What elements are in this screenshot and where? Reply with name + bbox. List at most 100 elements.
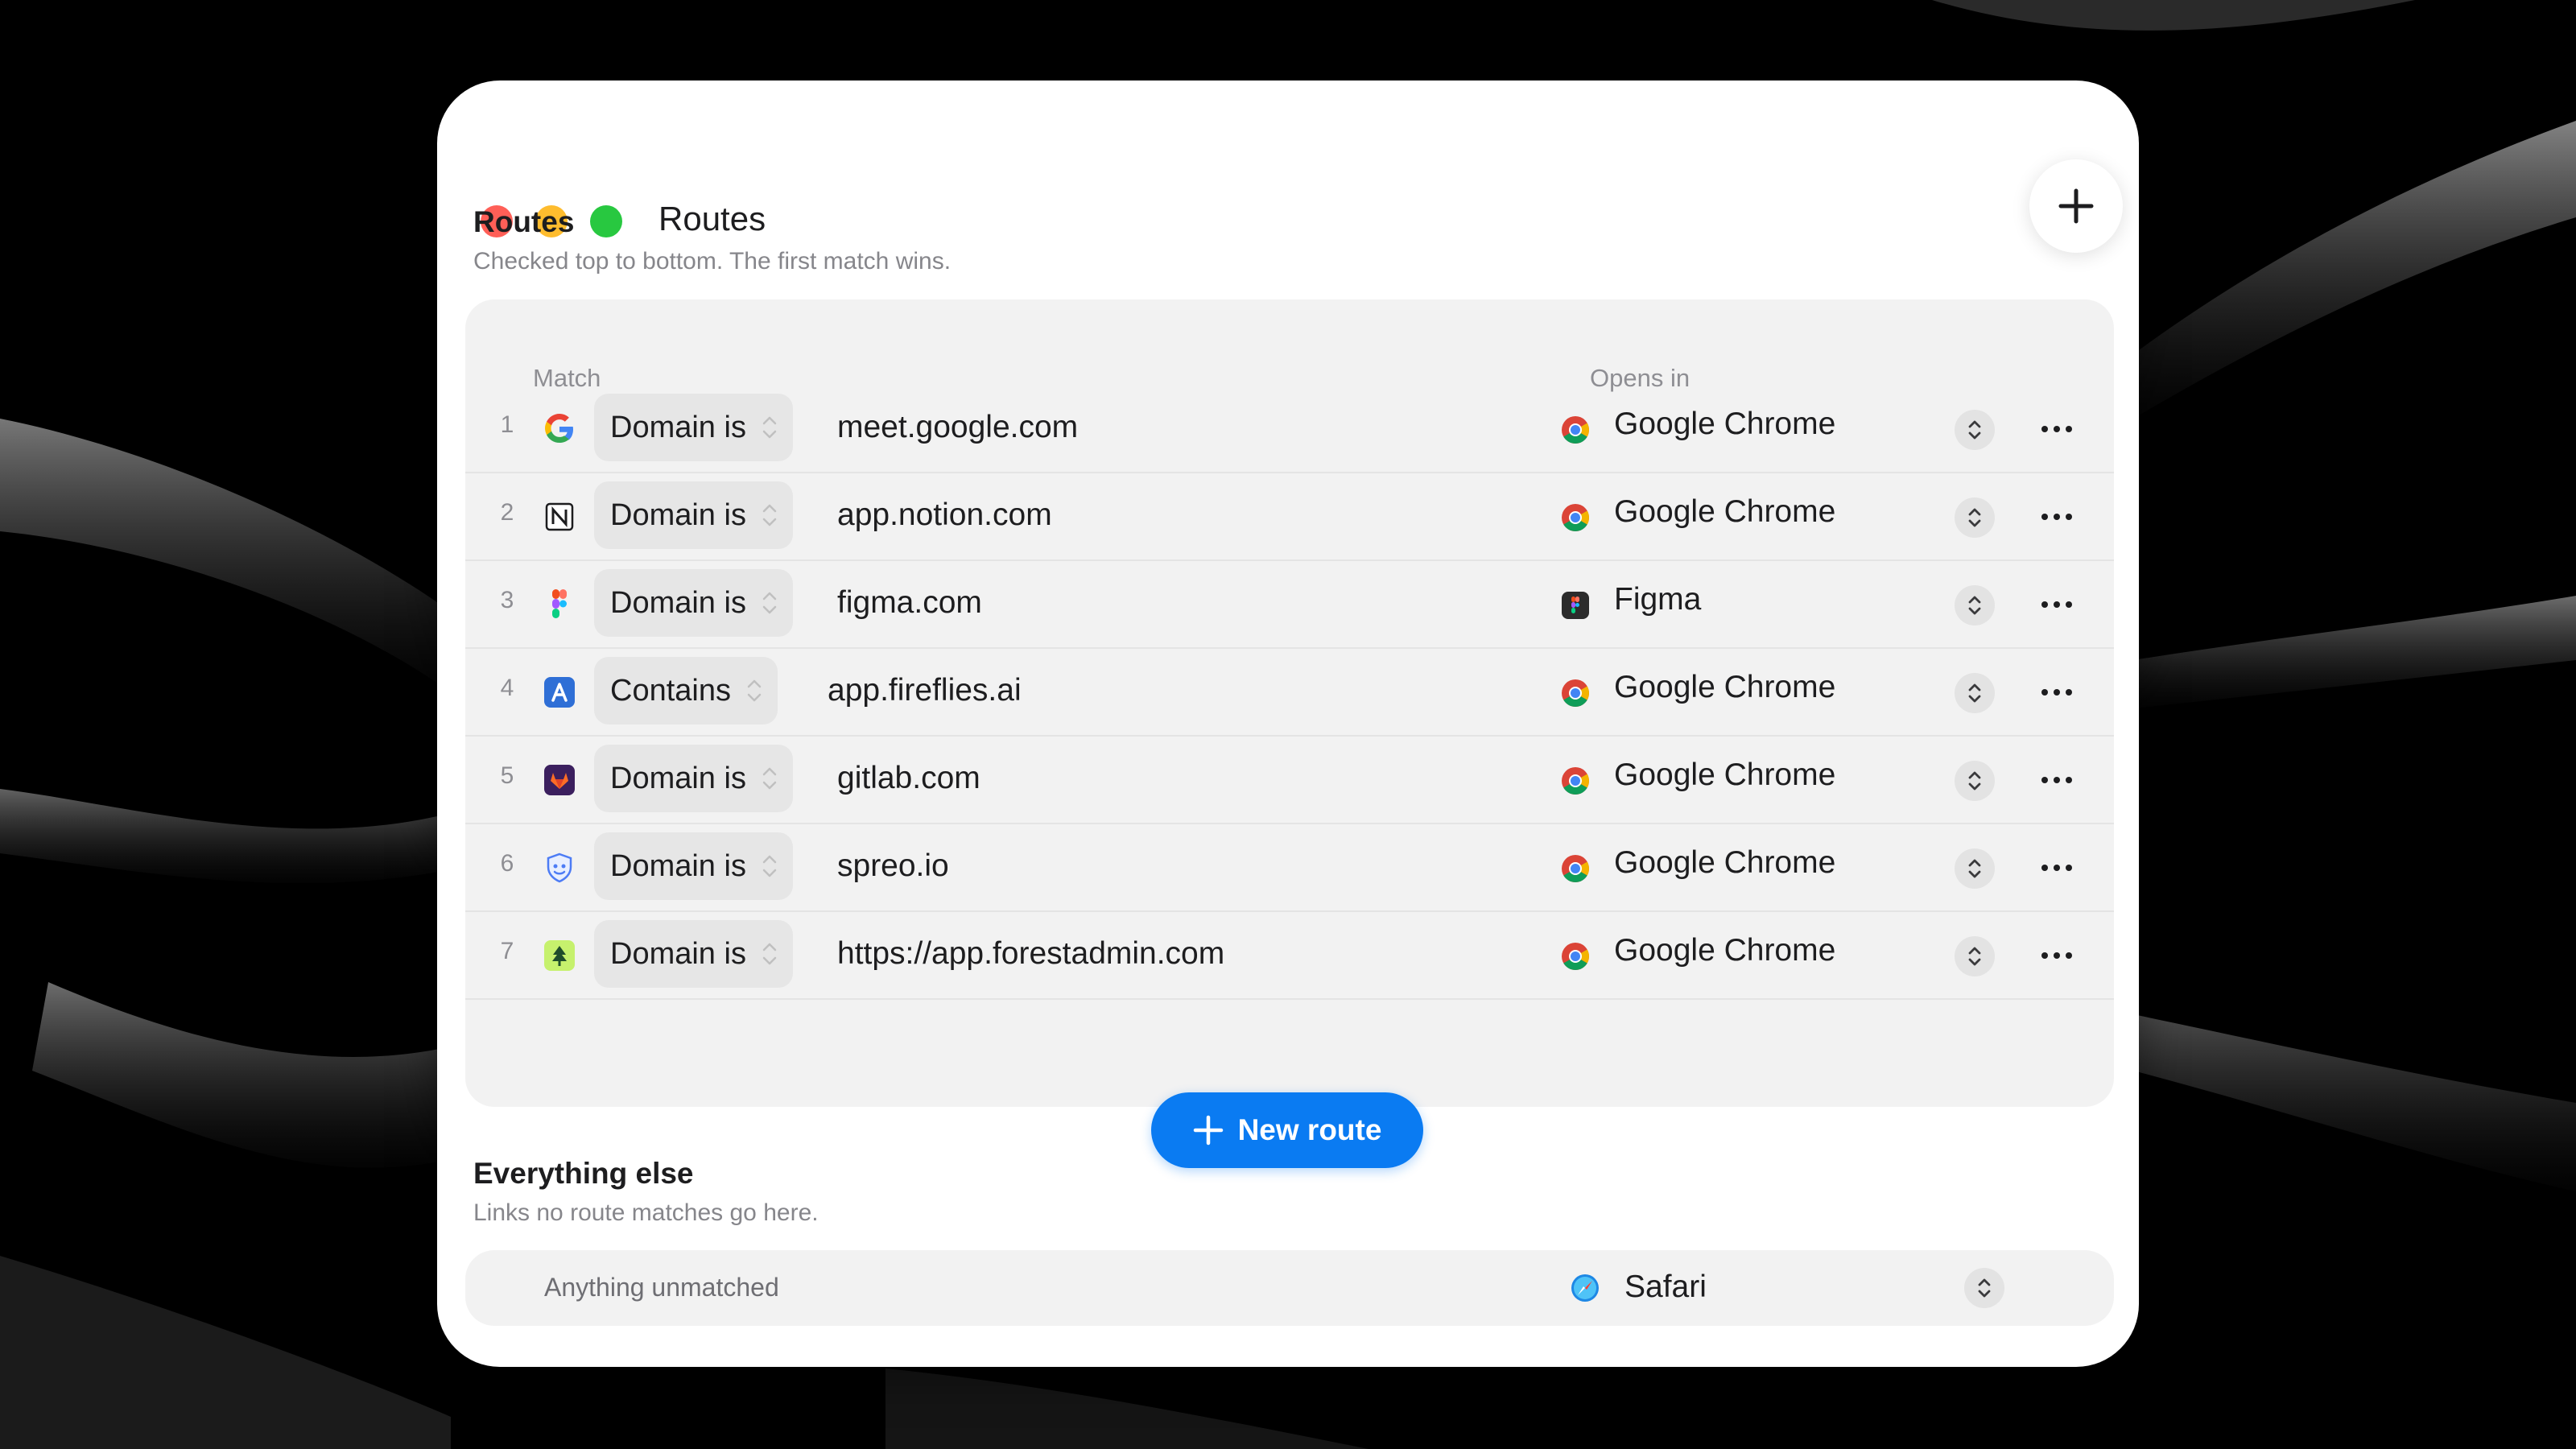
gitlab-icon [544,765,575,795]
row-divider [465,998,2114,1000]
match-type-select[interactable]: Domain is [594,481,793,549]
match-value[interactable]: figma.com [837,585,982,621]
match-type-label: Domain is [610,585,746,620]
routes-section-subtitle: Checked top to bottom. The first match w… [473,248,952,275]
add-button[interactable] [2029,159,2123,253]
table-row[interactable]: 4 Contains app.fireflies.ai Google Chrom… [465,649,2114,737]
table-row[interactable]: 2 Domain is app.notion.com Google Chrome [465,473,2114,561]
ellipsis-icon [2041,865,2072,871]
chevron-up-down-icon [1968,859,1981,878]
match-type-select[interactable]: Domain is [594,832,793,900]
opens-in-select[interactable] [1955,936,1995,976]
ellipsis-icon [2041,952,2072,959]
table-row[interactable]: 5 Domain is gitlab.com Google Chrome [465,737,2114,824]
more-options-button[interactable] [2037,675,2077,710]
chevron-up-down-icon [1968,596,1981,615]
chevron-up-down-icon [762,416,777,439]
routes-window: Routes Routes Checked top to bottom. The… [437,80,2139,1367]
chevron-up-down-icon [1968,508,1981,527]
fallback-label: Anything unmatched [544,1273,779,1302]
chrome-icon [1562,679,1589,707]
chevron-up-down-icon [1968,420,1981,440]
match-value[interactable]: spreo.io [837,848,949,884]
new-route-label: New route [1237,1113,1382,1146]
match-value[interactable]: app.notion.com [837,497,1052,533]
fallback-section-subtitle: Links no route matches go here. [473,1199,819,1226]
table-row[interactable]: 1 Domain is meet.google.com Google Chrom… [465,386,2114,473]
match-type-select[interactable]: Domain is [594,920,793,988]
maximize-window-button[interactable] [590,205,622,237]
more-options-button[interactable] [2037,411,2077,447]
spreo-icon [547,852,572,883]
chrome-icon [1562,416,1589,444]
ellipsis-icon [2041,777,2072,783]
row-number: 4 [500,675,514,701]
fallback-app-name: Safari [1624,1269,1707,1304]
opens-in-app-name: Figma [1614,582,1702,617]
more-options-button[interactable] [2037,850,2077,886]
ellipsis-icon [2041,601,2072,608]
match-type-label: Domain is [610,761,746,795]
opens-in-select[interactable] [1955,848,1995,889]
table-row[interactable]: 7 Domain is https://app.forestadmin.com … [465,912,2114,1000]
opens-in-app-name: Google Chrome [1614,933,1836,968]
more-options-button[interactable] [2037,762,2077,798]
row-number: 5 [500,762,514,789]
chrome-icon [1562,943,1589,970]
figma-app-icon [1562,592,1589,619]
match-value[interactable]: https://app.forestadmin.com [837,936,1224,972]
row-number: 2 [500,499,514,526]
match-type-label: Domain is [610,936,746,971]
opens-in-select[interactable] [1955,410,1995,450]
match-type-select[interactable]: Contains [594,657,778,724]
fallback-app-select[interactable] [1964,1268,2004,1308]
ellipsis-icon [2041,689,2072,696]
safari-icon [1571,1274,1599,1302]
chevron-up-down-icon [762,504,777,526]
chevron-up-down-icon [762,943,777,965]
chevron-up-down-icon [1968,771,1981,791]
opens-in-app-name: Google Chrome [1614,670,1836,704]
opens-in-app-name: Google Chrome [1614,407,1836,441]
table-row[interactable]: 6 Domain is spreo.io Google Chrome [465,824,2114,912]
fallback-section-title: Everything else [473,1157,694,1190]
match-value[interactable]: gitlab.com [837,761,980,796]
more-options-button[interactable] [2037,938,2077,973]
match-type-select[interactable]: Domain is [594,394,793,461]
chevron-up-down-icon [762,767,777,790]
chevron-up-down-icon [762,592,777,614]
match-value[interactable]: app.fireflies.ai [828,673,1022,708]
new-route-button[interactable]: New route [1151,1092,1423,1168]
ellipsis-icon [2041,426,2072,432]
chrome-icon [1562,767,1589,795]
opens-in-select[interactable] [1955,761,1995,801]
chevron-up-down-icon [762,855,777,877]
opens-in-select[interactable] [1955,497,1995,538]
match-type-select[interactable]: Domain is [594,745,793,812]
window-title: Routes [658,200,766,237]
fireflies-icon [544,677,575,708]
more-options-button[interactable] [2037,499,2077,535]
match-type-select[interactable]: Domain is [594,569,793,637]
match-type-label: Domain is [610,848,746,883]
opens-in-app-name: Google Chrome [1614,494,1836,529]
more-options-button[interactable] [2037,587,2077,622]
row-number: 6 [500,850,514,877]
notion-icon [545,502,574,531]
match-type-label: Domain is [610,497,746,532]
table-row[interactable]: 3 Domain is figma.com Figma [465,561,2114,649]
row-number: 7 [500,938,514,964]
match-value[interactable]: meet.google.com [837,410,1078,445]
match-type-label: Contains [610,673,731,708]
plus-icon [2058,188,2094,224]
opens-in-select[interactable] [1955,673,1995,713]
forestadmin-icon [544,940,575,971]
chevron-up-down-icon [747,679,762,702]
opens-in-select[interactable] [1955,585,1995,625]
figma-icon [552,589,567,618]
routes-section-title: Routes [473,205,575,238]
opens-in-app-name: Google Chrome [1614,845,1836,880]
chrome-icon [1562,504,1589,531]
fallback-row[interactable]: Anything unmatched Safari [465,1250,2114,1326]
chevron-up-down-icon [1968,683,1981,703]
